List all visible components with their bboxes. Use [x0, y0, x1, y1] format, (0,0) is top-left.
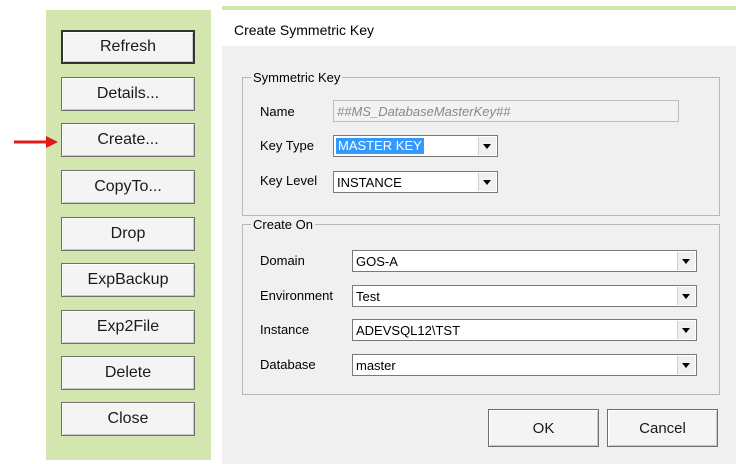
chevron-down-icon[interactable] — [677, 287, 695, 305]
exp2file-button[interactable]: Exp2File — [61, 310, 195, 344]
chevron-down-icon[interactable] — [478, 173, 496, 191]
key-type-label: Key Type — [260, 138, 314, 153]
title-bar: Create Symmetric Key — [222, 10, 736, 46]
red-arrow-icon — [14, 136, 58, 148]
create-on-legend: Create On — [253, 217, 313, 232]
key-level-label: Key Level — [260, 173, 318, 188]
chevron-down-icon[interactable] — [478, 137, 496, 155]
chevron-down-icon[interactable] — [677, 321, 695, 339]
key-level-value: INSTANCE — [337, 175, 402, 190]
name-field: ##MS_DatabaseMasterKey## — [333, 100, 679, 122]
name-label: Name — [260, 104, 295, 119]
domain-value: GOS-A — [356, 254, 398, 269]
instance-label: Instance — [260, 322, 310, 337]
delete-button[interactable]: Delete — [61, 356, 195, 390]
domain-label: Domain — [260, 253, 305, 268]
symmetric-key-legend: Symmetric Key — [253, 70, 341, 85]
drop-button[interactable]: Drop — [61, 217, 195, 251]
dialog-title: Create Symmetric Key — [234, 22, 375, 38]
environment-value: Test — [356, 289, 380, 304]
chevron-down-icon[interactable] — [677, 252, 695, 270]
create-button[interactable]: Create... — [61, 123, 195, 157]
key-level-select[interactable]: INSTANCE — [333, 171, 498, 193]
details-button[interactable]: Details... — [61, 77, 195, 111]
key-type-value: MASTER KEY — [336, 138, 424, 154]
domain-select[interactable]: GOS-A — [352, 250, 697, 272]
environment-select[interactable]: Test — [352, 285, 697, 307]
refresh-button[interactable]: Refresh — [61, 30, 195, 64]
instance-value: ADEVSQL12\TST — [356, 323, 461, 338]
ok-button[interactable]: OK — [488, 409, 599, 447]
cancel-button[interactable]: Cancel — [607, 409, 718, 447]
copyto-button[interactable]: CopyTo... — [61, 170, 195, 204]
chevron-down-icon[interactable] — [677, 356, 695, 374]
name-value: ##MS_DatabaseMasterKey## — [337, 104, 511, 119]
close-button[interactable]: Close — [61, 402, 195, 436]
key-type-select[interactable]: MASTER KEY — [333, 135, 498, 157]
create-symmetric-key-dialog: Create Symmetric Key Symmetric Key Name … — [222, 10, 736, 464]
expbackup-button[interactable]: ExpBackup — [61, 263, 195, 297]
instance-select[interactable]: ADEVSQL12\TST — [352, 319, 697, 341]
environment-label: Environment — [260, 288, 333, 303]
database-value: master — [356, 358, 396, 373]
database-label: Database — [260, 357, 316, 372]
database-select[interactable]: master — [352, 354, 697, 376]
